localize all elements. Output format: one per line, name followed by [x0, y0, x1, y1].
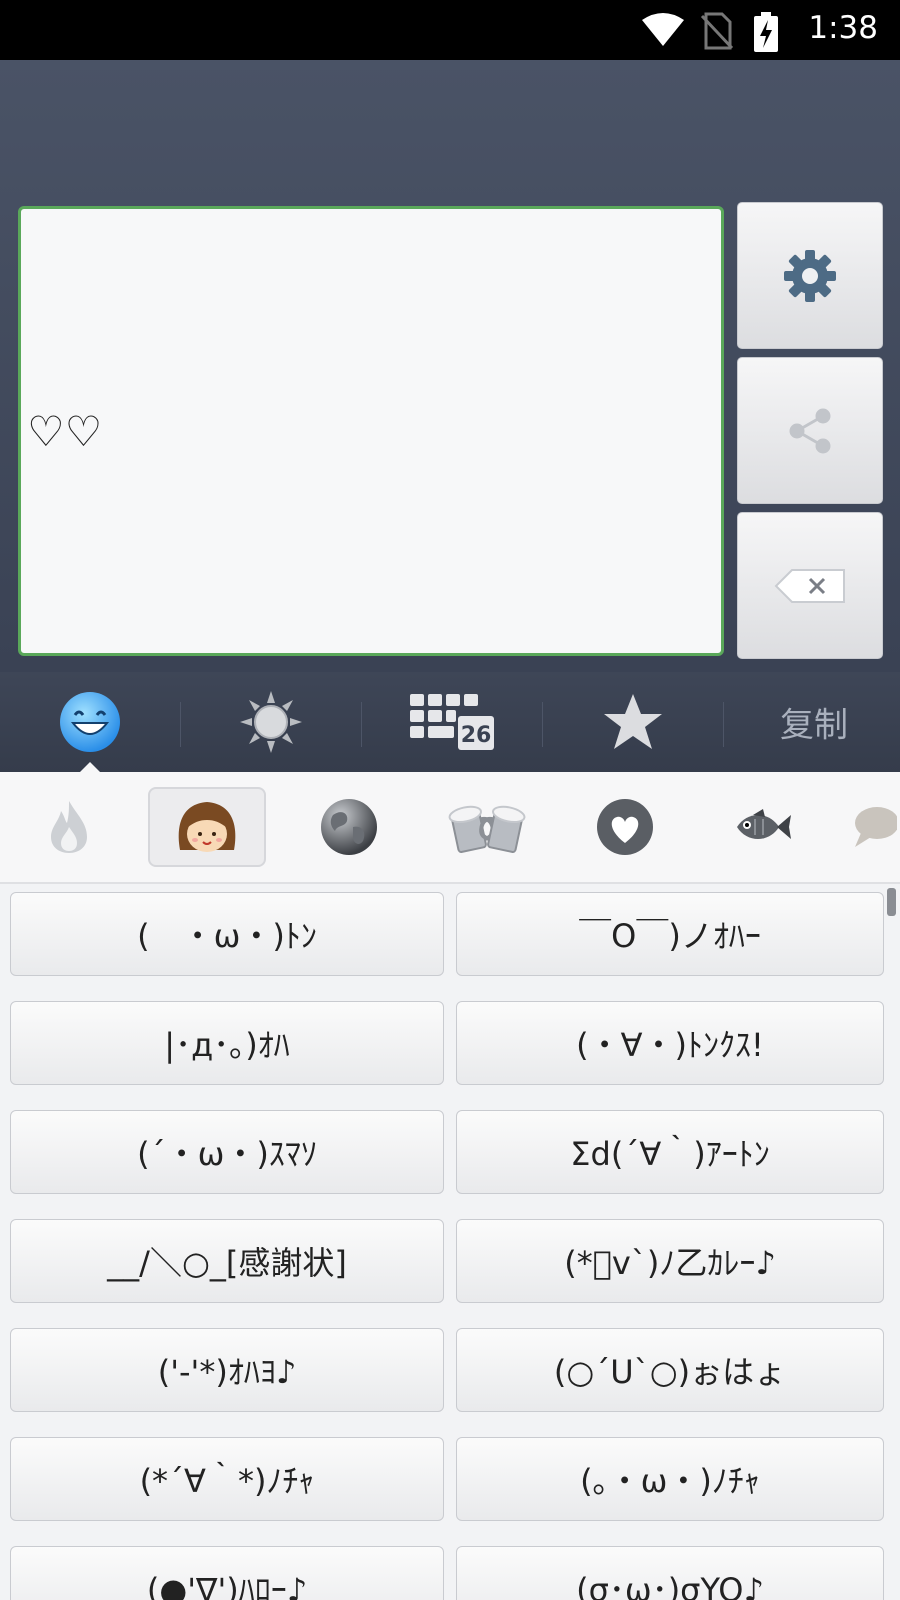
category-tab-bar: 26 复制 — [0, 672, 900, 772]
subcategory-love[interactable] — [566, 787, 684, 867]
kaomoji-button[interactable]: |･д･｡)ｵﾊ — [10, 1001, 444, 1085]
status-time: 1:38 — [808, 10, 878, 46]
kaomoji-button[interactable]: (・∀・)ﾄﾝｸｽ! — [456, 1001, 884, 1085]
sun-icon — [240, 691, 302, 753]
kaomoji-button[interactable]: (´・ω・)ｽﾏｿ — [10, 1110, 444, 1194]
tab-emoji[interactable] — [0, 672, 180, 772]
kaomoji-button[interactable]: (*ﾟv`)ﾉ乙ｶﾚｰ♪ — [456, 1219, 884, 1303]
subcategory-bar — [0, 772, 900, 884]
wifi-icon — [642, 13, 684, 46]
status-bar: 1:38 — [0, 0, 900, 60]
share-icon — [789, 408, 831, 453]
selected-tab-pointer — [80, 762, 100, 772]
girl-face-icon — [178, 802, 236, 852]
subcategory-drinks[interactable] — [428, 787, 546, 867]
subcategory-faces[interactable] — [148, 787, 266, 867]
kaomoji-button[interactable]: (*´∀｀*)ﾉﾁｬ — [10, 1437, 444, 1521]
backspace-icon — [774, 568, 845, 603]
subcategory-globe[interactable] — [290, 787, 408, 867]
subcategory-chat[interactable] — [842, 787, 900, 867]
kaomoji-button[interactable]: ( ・ω・)ﾄﾝ — [10, 892, 444, 976]
speech-bubble-icon — [855, 807, 897, 847]
star-icon — [604, 694, 662, 749]
tab-favorites[interactable] — [543, 672, 723, 772]
backspace-button[interactable] — [737, 512, 883, 659]
globe-icon — [321, 799, 377, 855]
fire-icon — [51, 801, 87, 853]
heart-icon — [597, 799, 653, 855]
subcategory-fire[interactable] — [10, 787, 128, 867]
copy-label: 复制 — [780, 705, 848, 746]
no-sim-icon — [700, 12, 734, 50]
kaomoji-button[interactable]: (｡・ω・)ﾉﾁｬ — [456, 1437, 884, 1521]
keyboard-badge: 26 — [461, 723, 492, 748]
fish-icon — [737, 809, 791, 839]
kaomoji-button[interactable]: (σ･ω･)σYO♪ — [456, 1546, 884, 1600]
subcategory-animals[interactable] — [704, 787, 822, 867]
tab-symbols[interactable] — [181, 672, 361, 772]
kaomoji-button[interactable]: __/＼○_[感謝状] — [10, 1219, 444, 1303]
editor-text: ♡♡ — [27, 407, 103, 456]
kaomoji-button[interactable]: ￣O￣)ノｵﾊｰ — [456, 892, 884, 976]
gear-icon — [784, 249, 836, 302]
text-input-area[interactable]: ♡♡ — [18, 206, 724, 656]
share-button[interactable] — [737, 357, 883, 504]
kaomoji-button[interactable]: ('-'*)ｵﾊﾖ♪ — [10, 1328, 444, 1412]
list-scrollbar[interactable] — [887, 888, 896, 916]
tab-keyboard[interactable]: 26 — [362, 672, 542, 772]
keyboard-icon: 26 — [410, 694, 494, 750]
kaomoji-button[interactable]: (●'∇')ﾊﾛｰ♪ — [10, 1546, 444, 1600]
settings-button[interactable] — [737, 202, 883, 349]
kaomoji-list[interactable]: ( ・ω・)ﾄﾝ ￣O￣)ノｵﾊｰ |･д･｡)ｵﾊ (・∀・)ﾄﾝｸｽ! (´… — [0, 884, 900, 1600]
kaomoji-button[interactable]: (○´U`○)ぉはょ — [456, 1328, 884, 1412]
beer-mugs-icon — [448, 805, 526, 853]
tab-copy[interactable]: 复制 — [724, 672, 900, 772]
battery-charging-icon — [754, 12, 778, 52]
kaomoji-button[interactable]: Σd(´∀｀)ｱｰﾄﾝ — [456, 1110, 884, 1194]
smiley-face-icon — [60, 692, 120, 752]
